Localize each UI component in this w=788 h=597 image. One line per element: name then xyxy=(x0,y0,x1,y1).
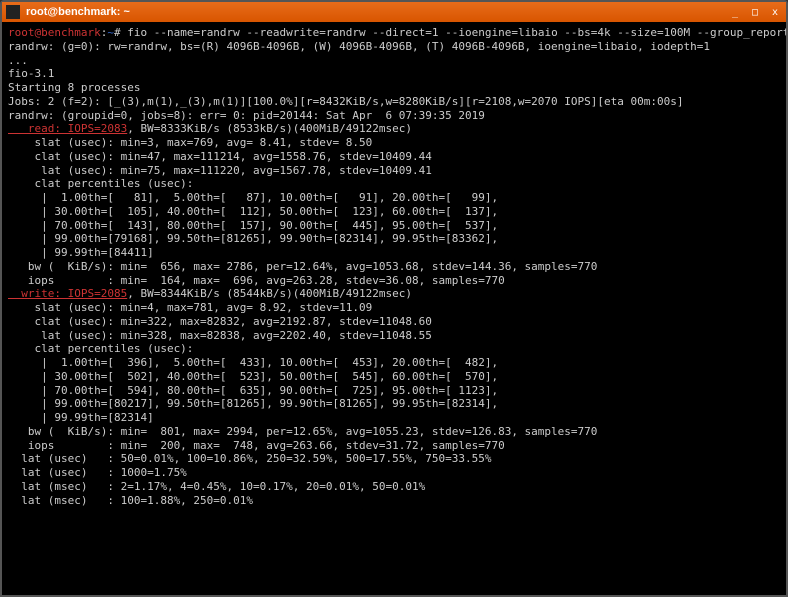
output-line: fio-3.1 xyxy=(8,67,54,80)
output-line: randrw: (groupid=0, jobs=8): err= 0: pid… xyxy=(8,109,485,122)
output-line: clat percentiles (usec): xyxy=(8,342,193,355)
output-line: | 30.00th=[ 502], 40.00th=[ 523], 50.00t… xyxy=(8,370,498,383)
output-line: | 1.00th=[ 81], 5.00th=[ 87], 10.00th=[ … xyxy=(8,191,498,204)
terminal-body[interactable]: root@benchmark:~# fio --name=randrw --re… xyxy=(2,22,786,595)
output-line: randrw: (g=0): rw=randrw, bs=(R) 4096B-4… xyxy=(8,40,710,53)
output-line: | 70.00th=[ 594], 80.00th=[ 635], 90.00t… xyxy=(8,384,498,397)
maximize-button[interactable]: □ xyxy=(748,5,762,19)
prompt-path: ~ xyxy=(107,26,114,39)
output-line: | 1.00th=[ 396], 5.00th=[ 433], 10.00th=… xyxy=(8,356,498,369)
window-buttons: _ □ x xyxy=(728,5,782,19)
read-summary: read: IOPS=2083 xyxy=(8,122,127,135)
command-line: fio --name=randrw --readwrite=randrw --d… xyxy=(127,26,786,39)
output-line: bw ( KiB/s): min= 656, max= 2786, per=12… xyxy=(8,260,597,273)
write-summary: write: IOPS=2085 xyxy=(8,287,127,300)
output-line: lat (msec) : 2=1.17%, 4=0.45%, 10=0.17%,… xyxy=(8,480,425,493)
output-line: clat (usec): min=322, max=82832, avg=219… xyxy=(8,315,432,328)
write-summary-rest: , BW=8344KiB/s (8544kB/s)(400MiB/49122ms… xyxy=(127,287,412,300)
output-line: lat (msec) : 100=1.88%, 250=0.01% xyxy=(8,494,253,507)
output-line: iops : min= 164, max= 696, avg=263.28, s… xyxy=(8,274,505,287)
output-line: lat (usec) : 1000=1.75% xyxy=(8,466,187,479)
output-line: | 70.00th=[ 143], 80.00th=[ 157], 90.00t… xyxy=(8,219,498,232)
output-line: | 99.00th=[79168], 99.50th=[81265], 99.9… xyxy=(8,232,498,245)
output-line: | 99.00th=[80217], 99.50th=[81265], 99.9… xyxy=(8,397,498,410)
close-button[interactable]: x xyxy=(768,5,782,19)
output-line: lat (usec) : 50=0.01%, 100=10.86%, 250=3… xyxy=(8,452,491,465)
output-line: Starting 8 processes xyxy=(8,81,140,94)
output-line: slat (usec): min=4, max=781, avg= 8.92, … xyxy=(8,301,372,314)
output-line: | 99.99th=[82314] xyxy=(8,411,154,424)
output-line: iops : min= 200, max= 748, avg=263.66, s… xyxy=(8,439,505,452)
prompt-user: root@benchmark xyxy=(8,26,101,39)
output-line: lat (usec): min=328, max=82838, avg=2202… xyxy=(8,329,432,342)
output-line: | 99.99th=[84411] xyxy=(8,246,154,259)
window-title: root@benchmark: ~ xyxy=(26,6,728,18)
minimize-button[interactable]: _ xyxy=(728,5,742,19)
output-line: slat (usec): min=3, max=769, avg= 8.41, … xyxy=(8,136,372,149)
read-summary-rest: , BW=8333KiB/s (8533kB/s)(400MiB/49122ms… xyxy=(127,122,412,135)
output-line: ... xyxy=(8,54,28,67)
output-line: | 30.00th=[ 105], 40.00th=[ 112], 50.00t… xyxy=(8,205,498,218)
output-line: bw ( KiB/s): min= 801, max= 2994, per=12… xyxy=(8,425,597,438)
terminal-window: root@benchmark: ~ _ □ x root@benchmark:~… xyxy=(0,0,788,597)
output-line: clat percentiles (usec): xyxy=(8,177,193,190)
prompt-hash: # xyxy=(114,26,127,39)
terminal-icon xyxy=(6,5,20,19)
output-line: Jobs: 2 (f=2): [_(3),m(1),_(3),m(1)][100… xyxy=(8,95,684,108)
titlebar[interactable]: root@benchmark: ~ _ □ x xyxy=(2,2,786,22)
output-line: lat (usec): min=75, max=111220, avg=1567… xyxy=(8,164,432,177)
output-line: clat (usec): min=47, max=111214, avg=155… xyxy=(8,150,432,163)
